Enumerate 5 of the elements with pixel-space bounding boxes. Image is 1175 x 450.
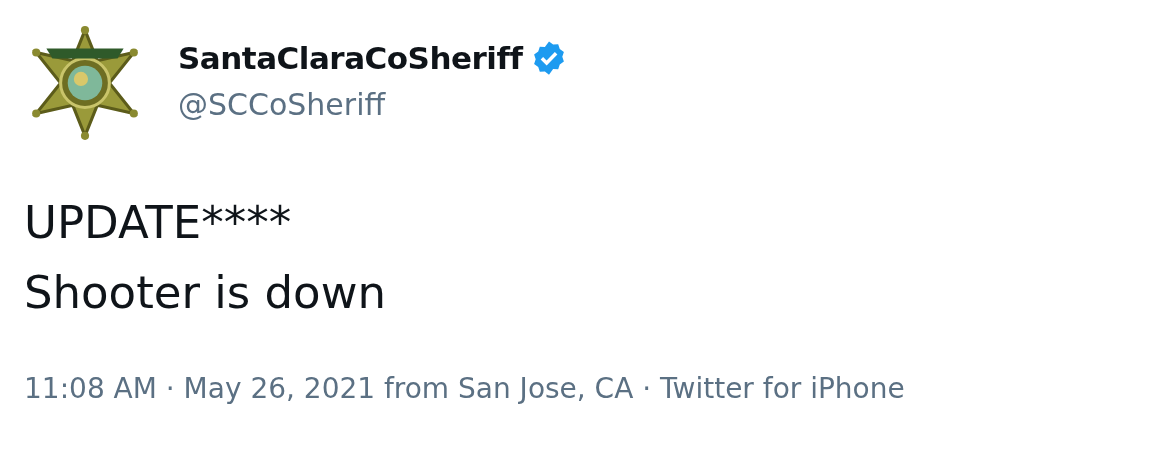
author-handle[interactable]: @SCCoSheriff (178, 86, 569, 122)
tweet-text-line: Shooter is down (24, 265, 387, 321)
author-name[interactable]: SantaClaraCoSheriff (178, 39, 523, 76)
tweet-text-line: UPDATE**** (24, 195, 293, 251)
tweet-timestamp: 11:08 AM · May 26, 2021 from San Jose, CA · Twitter for iPhone (24, 372, 906, 405)
